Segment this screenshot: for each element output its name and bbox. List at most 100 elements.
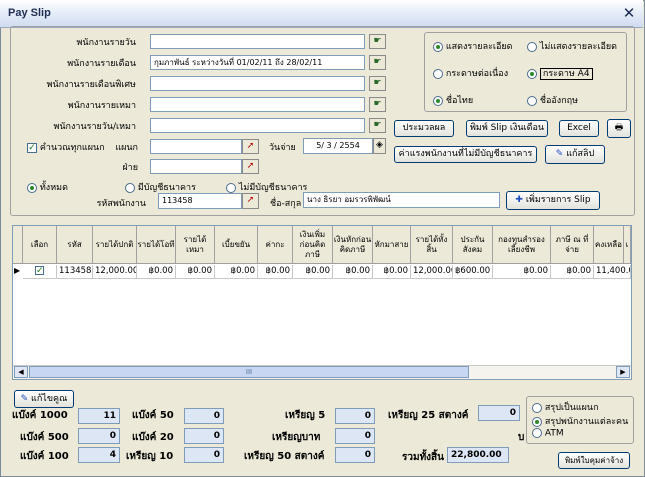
employee-code-field[interactable]: 113458 <box>158 193 242 209</box>
col-normal-income: รายได้ปกติ <box>93 226 137 264</box>
special-monthly-field[interactable] <box>150 76 365 91</box>
window-title: Pay Slip <box>8 7 51 19</box>
edit-slip-button[interactable]: ✎ แก้สลิป <box>545 145 605 164</box>
print-wage-sheet-button[interactable]: พิมพ์ใบคุมค่าจ้าง <box>558 452 630 469</box>
title-bar <box>0 0 643 28</box>
daily-contract-label: พนักงานรายวัน/เหมา <box>53 122 136 132</box>
show-detail-option[interactable]: แสดงรายละเอียด <box>433 39 513 53</box>
department-field[interactable] <box>150 139 242 154</box>
calc-all-departments[interactable]: ✓ คำนวณทุกแผนก <box>27 140 105 154</box>
scroll-right-button[interactable]: ▶ <box>616 366 630 378</box>
summary-atm-option[interactable]: ATM <box>532 428 564 439</box>
bank-20-value: 0 <box>184 428 224 444</box>
employee-code-pick-icon[interactable]: ➚ <box>242 193 259 209</box>
filter-all-option[interactable]: ทั้งหมด <box>27 180 68 194</box>
daily-employee-field[interactable] <box>150 34 365 49</box>
summary-by-dept-radio[interactable] <box>532 402 542 413</box>
printer-icon: 🖶 <box>614 123 624 133</box>
filter-has-account-radio[interactable] <box>125 182 135 193</box>
continuous-paper-radio[interactable] <box>433 68 443 79</box>
bank-20-label: แบ๊งค์ 20 <box>132 432 174 443</box>
coin-5-label: เหรียญ 5 <box>285 410 326 421</box>
daily-contract-pick-icon[interactable]: ☛ <box>369 118 386 133</box>
no-detail-label: ไม่แสดงรายละเอียด <box>539 42 617 52</box>
table-cell-social-security: ฿600.00 <box>453 265 493 279</box>
col-code: รหัส <box>57 226 93 264</box>
english-name-option[interactable]: ชื่ออังกฤษ <box>527 93 578 107</box>
full-name-field[interactable]: นาง ธิรยา อมรวรพิพัฒน์ <box>303 192 500 208</box>
payday-label: วันจ่าย <box>269 143 296 153</box>
summary-atm-radio[interactable] <box>532 428 542 438</box>
section-label: ฝ่าย <box>122 163 138 173</box>
plus-icon: ✚ <box>515 195 523 205</box>
add-slip-button[interactable]: ✚ เพิ่มรายการ Slip <box>506 191 600 210</box>
process-button[interactable]: ประมวลผล <box>394 120 454 137</box>
thai-name-option[interactable]: ชื่อไทย <box>433 93 473 107</box>
close-icon[interactable]: ✕ <box>620 4 638 22</box>
col-late-deduct: หักมาสาย <box>373 226 411 264</box>
contract-employee-pick-icon[interactable]: ☛ <box>369 97 386 112</box>
filter-has-account-label: มีบัญชีธนาคาร <box>137 183 196 193</box>
thai-name-radio[interactable] <box>433 95 443 106</box>
b-label: บ <box>518 432 525 443</box>
summary-atm-label: ATM <box>544 428 564 439</box>
daily-employee-pick-icon[interactable]: ☛ <box>369 34 386 49</box>
scroll-thumb[interactable]: III <box>29 366 469 378</box>
continuous-paper-option[interactable]: กระดาษต่อเนื่อง <box>433 66 508 80</box>
excel-button[interactable]: Excel <box>559 120 599 137</box>
coin-10-label: เหรียญ 10 <box>126 451 174 462</box>
summary-by-person-option[interactable]: สรุปพนักงานแต่ละคน <box>532 414 628 428</box>
daily-contract-field[interactable] <box>150 118 365 133</box>
english-name-radio[interactable] <box>527 95 537 106</box>
printer-button[interactable]: 🖶 <box>607 119 631 138</box>
department-pick-icon[interactable]: ➚ <box>242 139 259 154</box>
show-detail-radio[interactable] <box>433 41 443 52</box>
col-remaining: คงเหลือ <box>594 226 624 264</box>
coin-baht-value: 0 <box>335 428 375 444</box>
col-shift: ค่ากะ <box>258 226 293 264</box>
filter-all-radio[interactable] <box>27 182 37 193</box>
bank-100-value: 4 <box>78 447 120 463</box>
filter-has-account-option[interactable]: มีบัญชีธนาคาร <box>125 180 196 194</box>
calc-all-label: คำนวณทุกแผนก <box>39 143 105 153</box>
summary-by-person-radio[interactable] <box>532 416 542 427</box>
no-detail-option[interactable]: ไม่แสดงรายละเอียด <box>527 39 617 53</box>
a4-paper-option[interactable]: กระดาษ A4 <box>527 66 593 80</box>
summary-by-dept-option[interactable]: สรุปเป็นแผนก <box>532 400 599 414</box>
table-row-select[interactable]: ✓ <box>23 265 57 279</box>
a4-paper-label: กระดาษ A4 <box>539 68 593 80</box>
edit-slip-label: แก้สลิป <box>566 149 595 159</box>
payday-spin-icon[interactable]: ◈ <box>373 138 386 154</box>
full-name-label: ชื่อ-สกุล <box>270 199 302 209</box>
no-detail-radio[interactable] <box>527 41 537 52</box>
table-cell-withholding-tax: ฿0.00 <box>551 265 594 279</box>
monthly-employee-field[interactable]: กุมภาพันธ์ ระหว่างวันที่ 01/02/11 ถึง 28… <box>150 55 365 70</box>
special-monthly-pick-icon[interactable]: ☛ <box>369 76 386 91</box>
coin-50s-value: 0 <box>335 447 375 463</box>
contract-employee-field[interactable] <box>150 97 365 112</box>
col-select: เลือก <box>23 226 57 264</box>
print-slip-button[interactable]: พิมพ์ Slip เงินเดือน <box>466 120 548 137</box>
payday-field[interactable]: 5/ 3 / 2554 <box>303 138 373 154</box>
edit-coupon-button[interactable]: ✎ แก้ไขคูณ <box>14 390 74 408</box>
scroll-left-button[interactable]: ◀ <box>14 366 28 378</box>
filter-no-account-option[interactable]: ไม่มีบัญชีธนาคาร <box>226 180 307 194</box>
section-field[interactable] <box>150 159 242 174</box>
table-cell-total-income: 12,000.00 <box>411 265 453 279</box>
wage-no-account-button[interactable]: ค่าแรงพนักงานที่ไม่มีบัญชีธนาคาร <box>394 146 537 163</box>
a4-paper-radio[interactable] <box>527 68 537 79</box>
col-diligence: เบี้ยขยัน <box>215 226 258 264</box>
department-label: แผนก <box>115 143 138 153</box>
scroll-grip: III <box>245 368 253 376</box>
table-cell-provident-fund: ฿0.00 <box>493 265 551 279</box>
section-pick-icon[interactable]: ➚ <box>242 159 259 174</box>
row-select-checkbox[interactable]: ✓ <box>35 266 44 276</box>
special-monthly-label: พนักงานรายเดือนพิเศษ <box>46 80 136 90</box>
row-indicator-header <box>13 226 23 264</box>
filter-no-account-radio[interactable] <box>226 182 236 193</box>
monthly-employee-pick-icon[interactable]: ☛ <box>369 55 386 70</box>
calc-all-checkbox[interactable]: ✓ <box>27 142 37 153</box>
table-cell-late-deduct: ฿0.00 <box>373 265 411 279</box>
bank-1000-label: แบ๊งค์ 1000 <box>12 410 68 421</box>
monthly-employee-label: พนักงานรายเดือน <box>67 59 136 69</box>
